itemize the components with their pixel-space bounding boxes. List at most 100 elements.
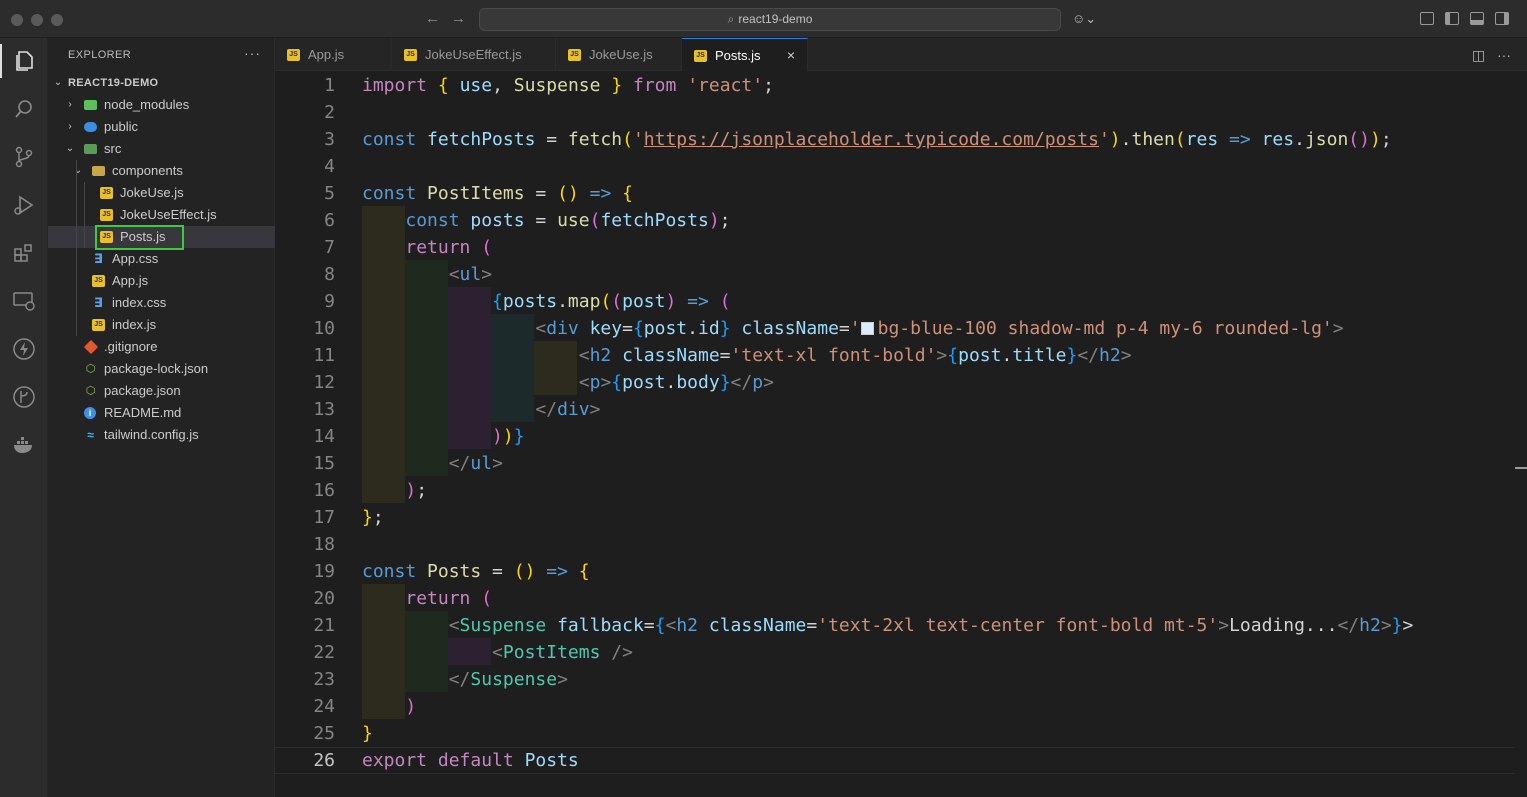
info-icon: i: [84, 407, 96, 419]
docker-icon[interactable]: [11, 432, 37, 458]
tree-item-app-js[interactable]: JS App.js: [48, 270, 275, 292]
code-line: <PostItems />: [492, 642, 633, 663]
color-swatch: [860, 322, 874, 335]
line-number: 22: [313, 642, 335, 663]
back-arrow-icon[interactable]: ←: [425, 10, 440, 27]
code-line: );: [405, 480, 428, 501]
tree-item-public[interactable]: › public: [48, 116, 275, 138]
line-number: 1: [324, 75, 335, 96]
tree-indent-guide: [84, 182, 85, 248]
tree-item-node-modules[interactable]: › node_modules: [48, 94, 275, 116]
git-file-icon: [83, 339, 99, 355]
chevron-right-icon: ›: [68, 99, 72, 110]
js-file-icon: JS: [92, 319, 105, 331]
tree-item-label: tailwind.config.js: [104, 427, 199, 442]
code-line: </div>: [535, 399, 601, 420]
close-icon[interactable]: ×: [787, 39, 795, 72]
extensions-icon[interactable]: [11, 240, 37, 266]
code-line: <ul>: [448, 264, 493, 285]
toggle-secondary-sidebar-icon[interactable]: [1495, 12, 1509, 25]
tree-item-src[interactable]: ⌄ src: [48, 138, 275, 160]
toggle-panel-icon[interactable]: [1470, 12, 1484, 25]
explorer-sidebar: EXPLORER ··· ⌄ REACT19-DEMO › node_modul…: [48, 38, 275, 797]
line-number: 14: [313, 426, 335, 447]
close-window-icon[interactable]: [11, 14, 23, 26]
js-file-icon: JS: [404, 49, 417, 61]
tree-item-package-lock[interactable]: ⬡ package-lock.json: [48, 358, 275, 380]
tree-item-jokeuseeffect[interactable]: JS JokeUseEffect.js: [48, 204, 275, 226]
more-actions-icon[interactable]: ···: [1497, 47, 1511, 63]
line-number: 5: [324, 183, 335, 204]
explorer-icon[interactable]: [11, 48, 37, 74]
tab-jokeuseeffect[interactable]: JS JokeUseEffect.js: [392, 38, 556, 71]
code-line: ): [405, 696, 417, 717]
minimize-window-icon[interactable]: [31, 14, 43, 26]
source-control-icon[interactable]: [11, 144, 37, 170]
run-debug-icon[interactable]: [11, 192, 37, 218]
toggle-primary-sidebar-icon[interactable]: [1445, 12, 1459, 25]
line-number: 23: [313, 669, 335, 690]
split-editor-icon[interactable]: ◫: [1472, 47, 1485, 64]
customize-layout-icon[interactable]: [1420, 12, 1434, 25]
code-line: <div key={post.id} className=' bg-blue-10…: [535, 318, 1344, 339]
code-line: }: [362, 723, 373, 744]
tree-item-label: components: [112, 163, 183, 178]
css-file-icon: ∃: [94, 295, 103, 310]
line-number: 9: [324, 291, 335, 312]
code-line: return (: [405, 237, 493, 258]
tree-item-index-css[interactable]: ∃ index.css: [48, 292, 275, 314]
zoom-window-icon[interactable]: [51, 14, 63, 26]
tab-app-js[interactable]: JS App.js: [275, 38, 392, 71]
code-editor[interactable]: 1 2 3 4 5 6 7 8 9 10 11 12 13 14 15 16 1…: [275, 71, 1527, 797]
code-line: </ul>: [448, 453, 503, 474]
line-number: 4: [324, 156, 335, 177]
explorer-title: EXPLORER: [68, 49, 132, 61]
code-line: <Suspense fallback={<h2 className='text-…: [448, 615, 1414, 636]
editor-tab-bar: JS App.js JS JokeUseEffect.js JS JokeUse…: [275, 38, 1527, 71]
thunder-client-icon[interactable]: [11, 336, 37, 362]
line-number: 17: [313, 507, 335, 528]
tree-item-label: README.md: [104, 405, 182, 420]
project-root[interactable]: ⌄ REACT19-DEMO: [48, 72, 275, 94]
line-number: 25: [313, 723, 335, 744]
command-center-label: react19-demo: [738, 12, 813, 26]
tree-item-package-json[interactable]: ⬡ package.json: [48, 380, 275, 402]
line-number-current: 26: [313, 750, 335, 771]
remote-explorer-icon[interactable]: [11, 288, 37, 314]
tab-jokeuse[interactable]: JS JokeUse.js: [556, 38, 682, 71]
tree-item-label: JokeUseEffect.js: [120, 207, 217, 222]
tree-item-label: package.json: [104, 383, 181, 398]
js-file-icon: JS: [287, 49, 300, 61]
copilot-icon[interactable]: ☺⌄: [1072, 11, 1096, 27]
scrollbar-marker[interactable]: [1515, 467, 1527, 469]
tree-item-components[interactable]: ⌄ components: [48, 160, 275, 182]
git-graph-icon[interactable]: [11, 384, 37, 410]
tree-item-jokeuse[interactable]: JS JokeUse.js: [48, 182, 275, 204]
code-line: ))}: [492, 426, 525, 447]
forward-arrow-icon[interactable]: →: [451, 10, 466, 27]
explorer-more-actions[interactable]: ···: [244, 45, 261, 61]
line-number: 12: [313, 372, 335, 393]
tree-item-app-css[interactable]: ∃ App.css: [48, 248, 275, 270]
code-line: return (: [405, 588, 493, 609]
tree-item-index-js[interactable]: JS index.js: [48, 314, 275, 336]
tab-posts[interactable]: JS Posts.js ×: [682, 38, 808, 71]
tree-item-label: index.js: [112, 317, 157, 332]
tree-indent-guide: [76, 160, 77, 336]
chevron-down-icon: ⌄: [53, 77, 63, 88]
chevron-down-icon: ⌄: [65, 143, 75, 154]
tree-item-readme[interactable]: i README.md: [48, 402, 275, 424]
chevron-down-icon: ⌄: [73, 165, 83, 176]
search-icon: ⌕: [727, 12, 735, 26]
line-number: 7: [324, 237, 335, 258]
line-number: 3: [324, 129, 335, 150]
title-bar: ← → ⌕ react19-demo ☺⌄: [0, 0, 1527, 38]
line-number: 21: [313, 615, 335, 636]
code-line: </Suspense>: [448, 669, 568, 690]
command-center-search[interactable]: ⌕ react19-demo: [479, 8, 1061, 31]
line-number: 20: [313, 588, 335, 609]
tree-item-posts[interactable]: JS Posts.js: [48, 226, 275, 248]
search-icon[interactable]: [11, 96, 37, 122]
tree-item-tailwind-config[interactable]: ≈ tailwind.config.js: [48, 424, 275, 446]
tree-item-gitignore[interactable]: .gitignore: [48, 336, 275, 358]
